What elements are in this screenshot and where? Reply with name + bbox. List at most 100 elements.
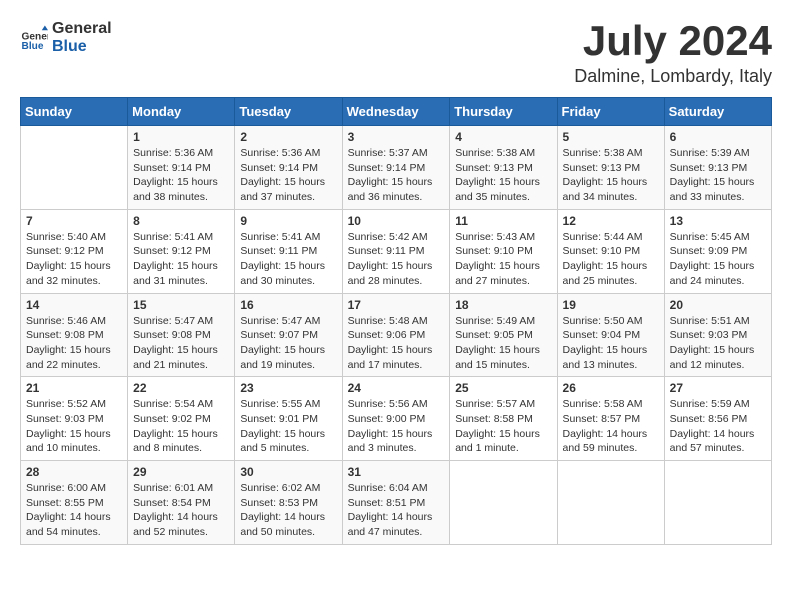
day-number: 14: [26, 298, 122, 312]
header-saturday: Saturday: [664, 98, 771, 126]
day-info: Sunrise: 5:42 AM Sunset: 9:11 PM Dayligh…: [348, 230, 445, 289]
day-info: Sunrise: 5:40 AM Sunset: 9:12 PM Dayligh…: [26, 230, 122, 289]
day-number: 12: [563, 214, 659, 228]
calendar-cell: 9Sunrise: 5:41 AM Sunset: 9:11 PM Daylig…: [235, 209, 342, 293]
calendar-cell: [450, 461, 557, 545]
day-number: 22: [133, 381, 229, 395]
calendar-cell: 15Sunrise: 5:47 AM Sunset: 9:08 PM Dayli…: [128, 293, 235, 377]
calendar-table: SundayMondayTuesdayWednesdayThursdayFrid…: [20, 97, 772, 545]
calendar-header: SundayMondayTuesdayWednesdayThursdayFrid…: [21, 98, 772, 126]
day-number: 29: [133, 465, 229, 479]
calendar-cell: 11Sunrise: 5:43 AM Sunset: 9:10 PM Dayli…: [450, 209, 557, 293]
calendar-cell: 21 Sunrise: 5:52 AM Sunset: 9:03 PM Dayli…: [21, 377, 128, 461]
calendar-cell: 10 Sunrise: 5:42 AM Sunset: 9:11 PM Dayli…: [342, 209, 450, 293]
calendar-cell: 14 Sunrise: 5:46 AM Sunset: 9:08 PM Dayli…: [21, 293, 128, 377]
calendar-cell: 4 Sunrise: 5:38 AM Sunset: 9:13 PM Daylig…: [450, 126, 557, 210]
header-wednesday: Wednesday: [342, 98, 450, 126]
calendar-row: 21 Sunrise: 5:52 AM Sunset: 9:03 PM Dayli…: [21, 377, 772, 461]
calendar-cell: 30Sunrise: 6:02 AM Sunset: 8:53 PM Dayli…: [235, 461, 342, 545]
day-number: 1: [133, 130, 229, 144]
svg-text:Blue: Blue: [22, 40, 44, 51]
day-number: 13: [670, 214, 766, 228]
day-number: 20: [670, 298, 766, 312]
day-number: 9: [240, 214, 336, 228]
title-area: July 2024 Dalmine, Lombardy, Italy: [574, 20, 772, 87]
calendar-cell: 16 Sunrise: 5:47 AM Sunset: 9:07 PM Dayli…: [235, 293, 342, 377]
day-number: 4: [455, 130, 551, 144]
calendar-cell: 25 Sunrise: 5:57 AM Sunset: 8:58 PM Dayli…: [450, 377, 557, 461]
logo-general: General: [52, 20, 112, 38]
calendar-cell: 6Sunrise: 5:39 AM Sunset: 9:13 PM Daylig…: [664, 126, 771, 210]
day-info: Sunrise: 6:00 AM Sunset: 8:55 PM Dayligh…: [26, 481, 122, 540]
day-info: Sunrise: 5:38 AM Sunset: 9:13 PM Dayligh…: [563, 146, 659, 205]
day-info: Sunrise: 5:37 AM Sunset: 9:14 PM Dayligh…: [348, 146, 445, 205]
calendar-cell: 20 Sunrise: 5:51 AM Sunset: 9:03 PM Dayli…: [664, 293, 771, 377]
day-info: Sunrise: 5:56 AM Sunset: 9:00 PM Dayligh…: [348, 397, 445, 456]
calendar-row: 7 Sunrise: 5:40 AM Sunset: 9:12 PM Daylig…: [21, 209, 772, 293]
calendar-row: 28 Sunrise: 6:00 AM Sunset: 8:55 PM Dayli…: [21, 461, 772, 545]
day-info: Sunrise: 5:58 AM Sunset: 8:57 PM Dayligh…: [563, 397, 659, 456]
day-info: Sunrise: 5:59 AM Sunset: 8:56 PM Dayligh…: [670, 397, 766, 456]
calendar-cell: 8 Sunrise: 5:41 AM Sunset: 9:12 PM Daylig…: [128, 209, 235, 293]
day-info: Sunrise: 5:43 AM Sunset: 9:10 PM Dayligh…: [455, 230, 551, 289]
day-number: 8: [133, 214, 229, 228]
logo-blue: Blue: [52, 38, 112, 56]
month-year-title: July 2024: [574, 20, 772, 62]
day-number: 16: [240, 298, 336, 312]
day-info: Sunrise: 5:36 AM Sunset: 9:14 PM Dayligh…: [133, 146, 229, 205]
calendar-cell: 19Sunrise: 5:50 AM Sunset: 9:04 PM Dayli…: [557, 293, 664, 377]
page-header: General Blue General Blue July 2024 Dalm…: [20, 20, 772, 87]
day-number: 7: [26, 214, 122, 228]
day-number: 21: [26, 381, 122, 395]
calendar-cell: [21, 126, 128, 210]
day-number: 3: [348, 130, 445, 144]
calendar-cell: 28 Sunrise: 6:00 AM Sunset: 8:55 PM Dayli…: [21, 461, 128, 545]
header-sunday: Sunday: [21, 98, 128, 126]
day-info: Sunrise: 5:52 AM Sunset: 9:03 PM Dayligh…: [26, 397, 122, 456]
day-number: 18: [455, 298, 551, 312]
calendar-cell: 18 Sunrise: 5:49 AM Sunset: 9:05 PM Dayli…: [450, 293, 557, 377]
header-row: SundayMondayTuesdayWednesdayThursdayFrid…: [21, 98, 772, 126]
calendar-cell: [664, 461, 771, 545]
day-number: 19: [563, 298, 659, 312]
header-monday: Monday: [128, 98, 235, 126]
day-number: 26: [563, 381, 659, 395]
day-number: 10: [348, 214, 445, 228]
calendar-cell: 2Sunrise: 5:36 AM Sunset: 9:14 PM Daylig…: [235, 126, 342, 210]
day-number: 28: [26, 465, 122, 479]
calendar-cell: 27Sunrise: 5:59 AM Sunset: 8:56 PM Dayli…: [664, 377, 771, 461]
day-info: Sunrise: 5:46 AM Sunset: 9:08 PM Dayligh…: [26, 314, 122, 373]
day-info: Sunrise: 5:41 AM Sunset: 9:12 PM Dayligh…: [133, 230, 229, 289]
day-info: Sunrise: 5:36 AM Sunset: 9:14 PM Dayligh…: [240, 146, 336, 205]
day-info: Sunrise: 5:38 AM Sunset: 9:13 PM Dayligh…: [455, 146, 551, 205]
day-number: 23: [240, 381, 336, 395]
calendar-cell: 26 Sunrise: 5:58 AM Sunset: 8:57 PM Dayli…: [557, 377, 664, 461]
calendar-body: 1 Sunrise: 5:36 AM Sunset: 9:14 PM Daylig…: [21, 126, 772, 545]
day-info: Sunrise: 6:02 AM Sunset: 8:53 PM Dayligh…: [240, 481, 336, 540]
calendar-row: 14 Sunrise: 5:46 AM Sunset: 9:08 PM Dayli…: [21, 293, 772, 377]
day-number: 25: [455, 381, 551, 395]
day-info: Sunrise: 5:49 AM Sunset: 9:05 PM Dayligh…: [455, 314, 551, 373]
header-tuesday: Tuesday: [235, 98, 342, 126]
day-info: Sunrise: 5:44 AM Sunset: 9:10 PM Dayligh…: [563, 230, 659, 289]
calendar-cell: 5 Sunrise: 5:38 AM Sunset: 9:13 PM Daylig…: [557, 126, 664, 210]
day-number: 5: [563, 130, 659, 144]
calendar-cell: 12 Sunrise: 5:44 AM Sunset: 9:10 PM Dayli…: [557, 209, 664, 293]
day-info: Sunrise: 5:47 AM Sunset: 9:07 PM Dayligh…: [240, 314, 336, 373]
calendar-cell: 3 Sunrise: 5:37 AM Sunset: 9:14 PM Daylig…: [342, 126, 450, 210]
day-info: Sunrise: 5:48 AM Sunset: 9:06 PM Dayligh…: [348, 314, 445, 373]
day-info: Sunrise: 5:54 AM Sunset: 9:02 PM Dayligh…: [133, 397, 229, 456]
calendar-cell: 22 Sunrise: 5:54 AM Sunset: 9:02 PM Dayli…: [128, 377, 235, 461]
calendar-cell: 13Sunrise: 5:45 AM Sunset: 9:09 PM Dayli…: [664, 209, 771, 293]
day-info: Sunrise: 5:51 AM Sunset: 9:03 PM Dayligh…: [670, 314, 766, 373]
calendar-cell: 29Sunrise: 6:01 AM Sunset: 8:54 PM Dayli…: [128, 461, 235, 545]
header-friday: Friday: [557, 98, 664, 126]
calendar-cell: 1 Sunrise: 5:36 AM Sunset: 9:14 PM Daylig…: [128, 126, 235, 210]
calendar-cell: 23Sunrise: 5:55 AM Sunset: 9:01 PM Dayli…: [235, 377, 342, 461]
calendar-cell: 31Sunrise: 6:04 AM Sunset: 8:51 PM Dayli…: [342, 461, 450, 545]
calendar-cell: 7 Sunrise: 5:40 AM Sunset: 9:12 PM Daylig…: [21, 209, 128, 293]
day-info: Sunrise: 6:04 AM Sunset: 8:51 PM Dayligh…: [348, 481, 445, 540]
logo-icon: General Blue: [20, 24, 48, 52]
day-info: Sunrise: 5:57 AM Sunset: 8:58 PM Dayligh…: [455, 397, 551, 456]
location-subtitle: Dalmine, Lombardy, Italy: [574, 66, 772, 87]
